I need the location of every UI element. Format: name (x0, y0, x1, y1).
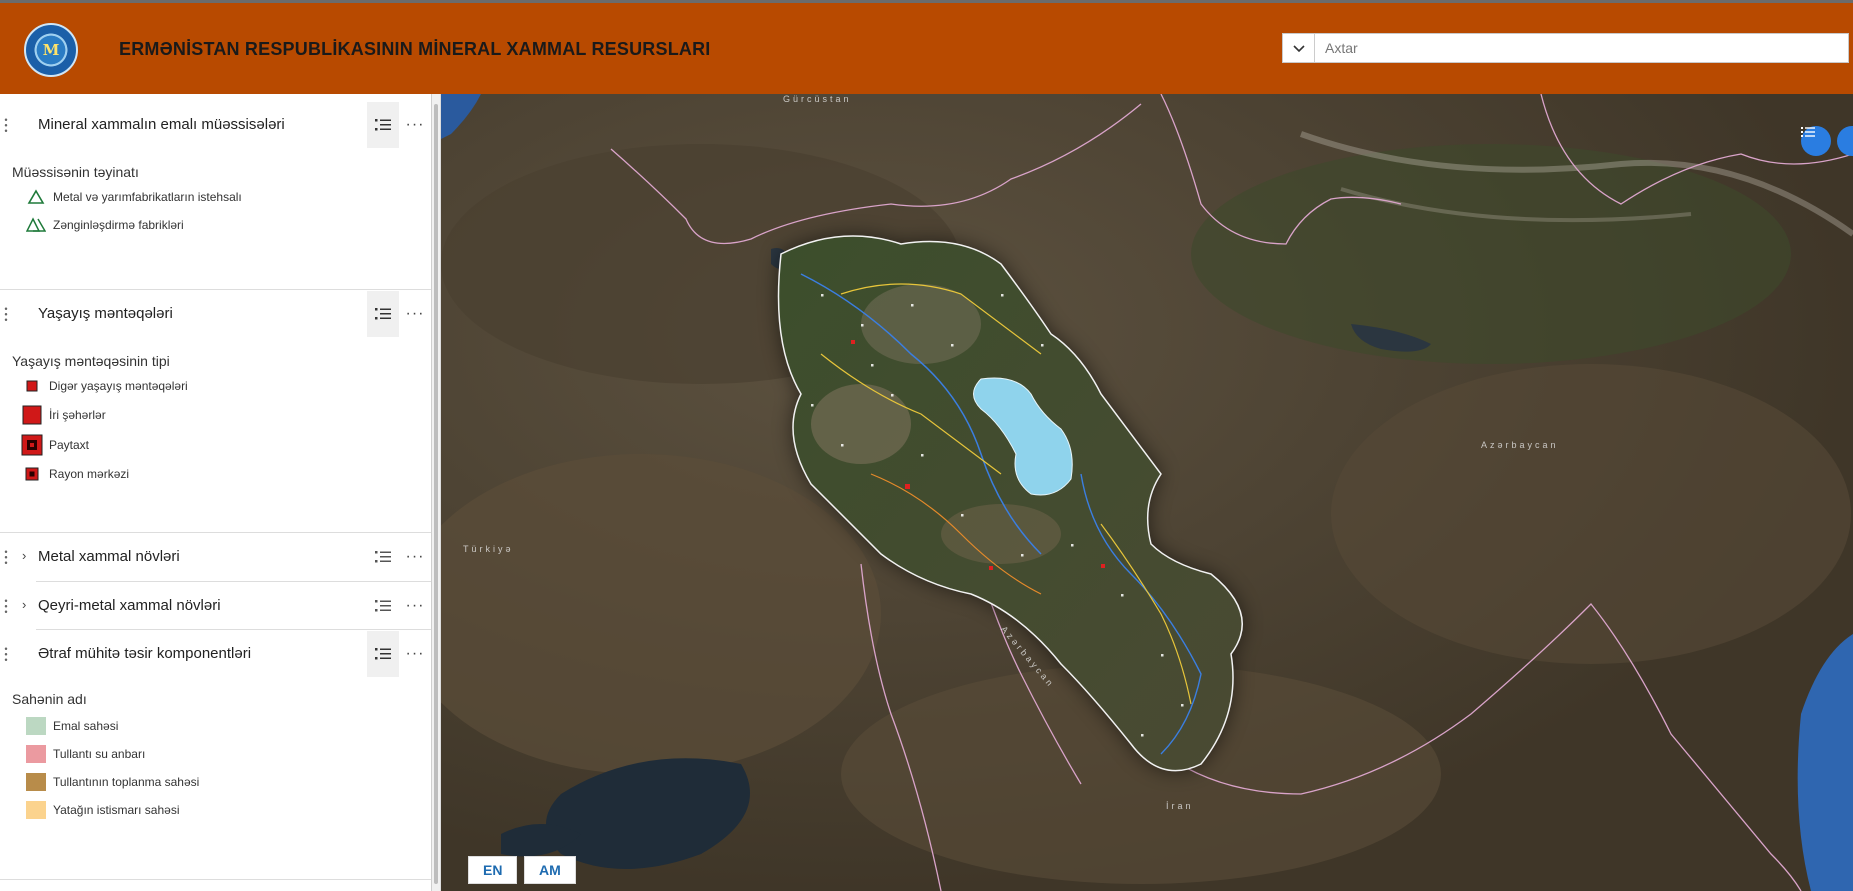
drag-handle-icon[interactable] (4, 646, 8, 662)
more-icon: ··· (405, 645, 425, 662)
legend-list-icon (375, 551, 391, 563)
legend-item: Zənginləşdirmə fabrikləri (24, 214, 184, 236)
color-swatch (24, 799, 48, 821)
legend-item: Tullantının toplanma sahəsi (24, 771, 199, 793)
logo: M (24, 23, 78, 77)
legend-item-label: Emal sahəsi (53, 719, 119, 733)
legend-list-icon (375, 119, 391, 131)
legend-toggle-button[interactable] (367, 534, 399, 580)
layer-options-button[interactable]: ··· (402, 534, 428, 580)
layer-title[interactable]: Ətraf mühitə təsir komponentləri (38, 645, 251, 662)
map-view[interactable]: Gürcüstan Azərbaycan Türkiyə Azərbaycan … (441, 94, 1853, 891)
legend-item: Tullantı su anbarı (24, 743, 145, 765)
language-en-button[interactable]: EN (468, 856, 518, 884)
legend-toggle-button[interactable] (367, 583, 399, 629)
divider (0, 879, 431, 880)
layer-title[interactable]: Yaşayış məntəqələri (38, 305, 173, 322)
more-icon: ··· (405, 305, 425, 322)
legend-list-icon (375, 600, 391, 612)
search-input[interactable] (1315, 34, 1848, 62)
map-label: İran (1166, 801, 1194, 811)
double-triangle-icon (24, 214, 48, 236)
layer-header: › Metal xammal növləri ··· (0, 534, 431, 580)
legend-item-label: Tullantı su anbarı (53, 747, 146, 761)
legend-item: Digər yaşayış məntəqələri (20, 375, 188, 397)
layer-options-button[interactable]: ··· (402, 631, 428, 677)
chevron-down-icon (1292, 45, 1305, 53)
more-icon: ··· (405, 597, 425, 614)
app-header: M ERMƏNİSTAN RESPUBLİKASININ MİNERAL XAM… (0, 0, 1853, 94)
search-source-dropdown[interactable] (1283, 34, 1315, 62)
legend-toggle-button[interactable] (367, 102, 399, 148)
satellite-basemap (441, 94, 1853, 891)
divider (36, 629, 431, 630)
layer-title[interactable]: Metal xammal növləri (38, 548, 180, 565)
layer-list-panel: Mineral xammalın emalı müəssisələri ··· … (0, 94, 432, 891)
drag-handle-icon[interactable] (4, 598, 8, 614)
legend-item: Rayon mərkəzi (20, 463, 129, 485)
legend-item: İri şəhərlər (20, 404, 106, 426)
divider (36, 581, 431, 582)
district-center-icon (20, 463, 44, 485)
layer-options-button[interactable]: ··· (402, 102, 428, 148)
legend-list-icon (375, 648, 391, 660)
legend-item-label: Digər yaşayış məntəqələri (49, 379, 188, 393)
map-label: Gürcüstan (783, 94, 852, 104)
app-title: ERMƏNİSTAN RESPUBLİKASININ MİNERAL XAMMA… (119, 39, 711, 59)
divider (0, 532, 431, 533)
legend-item: Yatağın istismarı sahəsi (24, 799, 180, 821)
more-icon: ··· (405, 116, 425, 133)
legend-item-label: Paytaxt (49, 438, 90, 452)
legend-toggle-button[interactable] (367, 291, 399, 337)
legend-group-title: Sahənin adı (12, 691, 87, 707)
layer-title[interactable]: Mineral xammalın emalı müəssisələri (38, 116, 285, 133)
drag-handle-icon[interactable] (4, 306, 8, 322)
layer-header: Mineral xammalın emalı müəssisələri ··· (0, 102, 431, 148)
legend-toggle-button[interactable] (367, 631, 399, 677)
color-swatch (24, 771, 48, 793)
legend-item-label: Metal və yarımfabrikatların istehsalı (53, 190, 242, 204)
map-label: Azərbaycan (1481, 440, 1559, 450)
small-red-square-icon (20, 375, 44, 397)
map-label: Türkiyə (463, 544, 514, 554)
more-icon: ··· (405, 548, 425, 565)
drag-handle-icon[interactable] (4, 117, 8, 133)
triangle-outline-icon (24, 186, 48, 208)
drag-handle-icon[interactable] (4, 549, 8, 565)
legend-item-label: İri şəhərlər (49, 408, 106, 422)
layer-options-button[interactable]: ··· (402, 291, 428, 337)
legend-list-icon (375, 308, 391, 320)
panel-scrollbar[interactable] (432, 94, 441, 891)
legend-item-label: Rayon mərkəzi (49, 467, 130, 481)
legend-item-label: Zənginləşdirmə fabrikləri (53, 218, 184, 232)
color-swatch (24, 743, 48, 765)
divider (0, 289, 431, 290)
capital-square-icon (20, 434, 44, 456)
layer-header: Ətraf mühitə təsir komponentləri ··· (0, 631, 431, 677)
logo-text: M (42, 41, 60, 59)
expand-chevron-icon[interactable]: › (22, 548, 26, 563)
layer-options-button[interactable]: ··· (402, 583, 428, 629)
layer-title[interactable]: Qeyri-metal xammal növləri (38, 597, 221, 614)
legend-group-title: Müəssisənin təyinatı (12, 164, 139, 180)
map-legend-button[interactable] (1801, 126, 1831, 156)
color-swatch (24, 715, 48, 737)
legend-item-label: Yatağın istismarı sahəsi (53, 803, 180, 817)
expand-chevron-icon[interactable]: › (22, 597, 26, 612)
legend-item-label: Tullantının toplanma sahəsi (53, 775, 200, 789)
search-box (1282, 33, 1849, 63)
legend-item: Paytaxt (20, 434, 89, 456)
large-red-square-icon (20, 404, 44, 426)
layer-header: Yaşayış məntəqələri ··· (0, 291, 431, 337)
list-icon (1801, 127, 1815, 137)
legend-group-title: Yaşayış məntəqəsinin tipi (12, 353, 170, 369)
layer-header: › Qeyri-metal xammal növləri ··· (0, 583, 431, 629)
legend-item: Metal və yarımfabrikatların istehsalı (24, 186, 242, 208)
language-am-button[interactable]: AM (524, 856, 576, 884)
scrollbar-thumb[interactable] (434, 104, 438, 884)
legend-item: Emal sahəsi (24, 715, 118, 737)
